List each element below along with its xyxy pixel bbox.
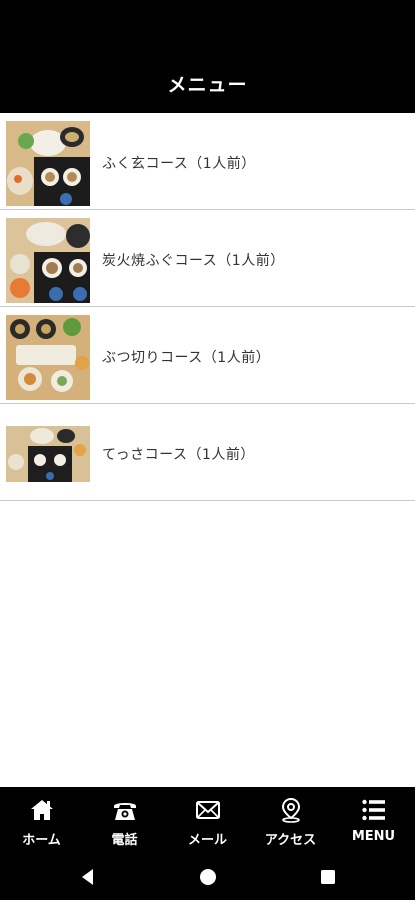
course-thumbnail <box>6 315 90 400</box>
home-circle-icon[interactable] <box>198 867 218 887</box>
tab-home[interactable]: ホーム <box>0 787 83 853</box>
course-photo <box>6 121 90 206</box>
menu-list: ふく玄コース（1人前） 炭火焼ふぐコース（1人前） ぶつ切りコース（1人前） て… <box>0 113 415 501</box>
tab-phone[interactable]: 電話 <box>83 787 166 853</box>
android-nav-bar <box>0 853 415 900</box>
menu-item[interactable]: ふく玄コース（1人前） <box>0 113 415 210</box>
tab-menu[interactable]: MENU <box>332 787 415 853</box>
hamburger-icon <box>361 799 385 821</box>
course-name: ふく玄コース（1人前） <box>102 156 256 172</box>
course-name: 炭火焼ふぐコース（1人前） <box>102 253 285 269</box>
menu-item[interactable]: 炭火焼ふぐコース（1人前） <box>0 210 415 307</box>
course-photo <box>6 315 90 400</box>
menu-item[interactable]: てっさコース（1人前） <box>0 404 415 501</box>
home-icon <box>30 800 53 820</box>
app-header: メニュー <box>0 0 415 113</box>
course-thumbnail <box>6 218 90 303</box>
back-icon[interactable] <box>78 867 98 887</box>
tab-label: アクセス <box>264 833 317 848</box>
course-name: ぶつ切りコース（1人前） <box>102 350 271 366</box>
phone-icon <box>113 803 136 820</box>
mail-icon <box>195 801 220 819</box>
tab-label: メール <box>187 833 227 848</box>
tab-label: ホーム <box>22 833 61 848</box>
recents-icon[interactable] <box>318 867 338 887</box>
course-thumbnail <box>6 412 90 497</box>
page-title: メニュー <box>167 74 248 96</box>
course-photo <box>6 412 90 497</box>
course-photo <box>6 218 90 303</box>
tab-label: 電話 <box>111 833 138 848</box>
bottom-tab-bar: ホーム 電話 メール アクセス MENU <box>0 787 415 853</box>
tab-mail[interactable]: メール <box>166 787 249 853</box>
course-name: てっさコース（1人前） <box>102 447 255 463</box>
map-pin-icon <box>281 797 300 823</box>
tab-label: MENU <box>351 829 396 844</box>
course-thumbnail <box>6 121 90 206</box>
tab-access[interactable]: アクセス <box>249 787 332 853</box>
menu-item[interactable]: ぶつ切りコース（1人前） <box>0 307 415 404</box>
